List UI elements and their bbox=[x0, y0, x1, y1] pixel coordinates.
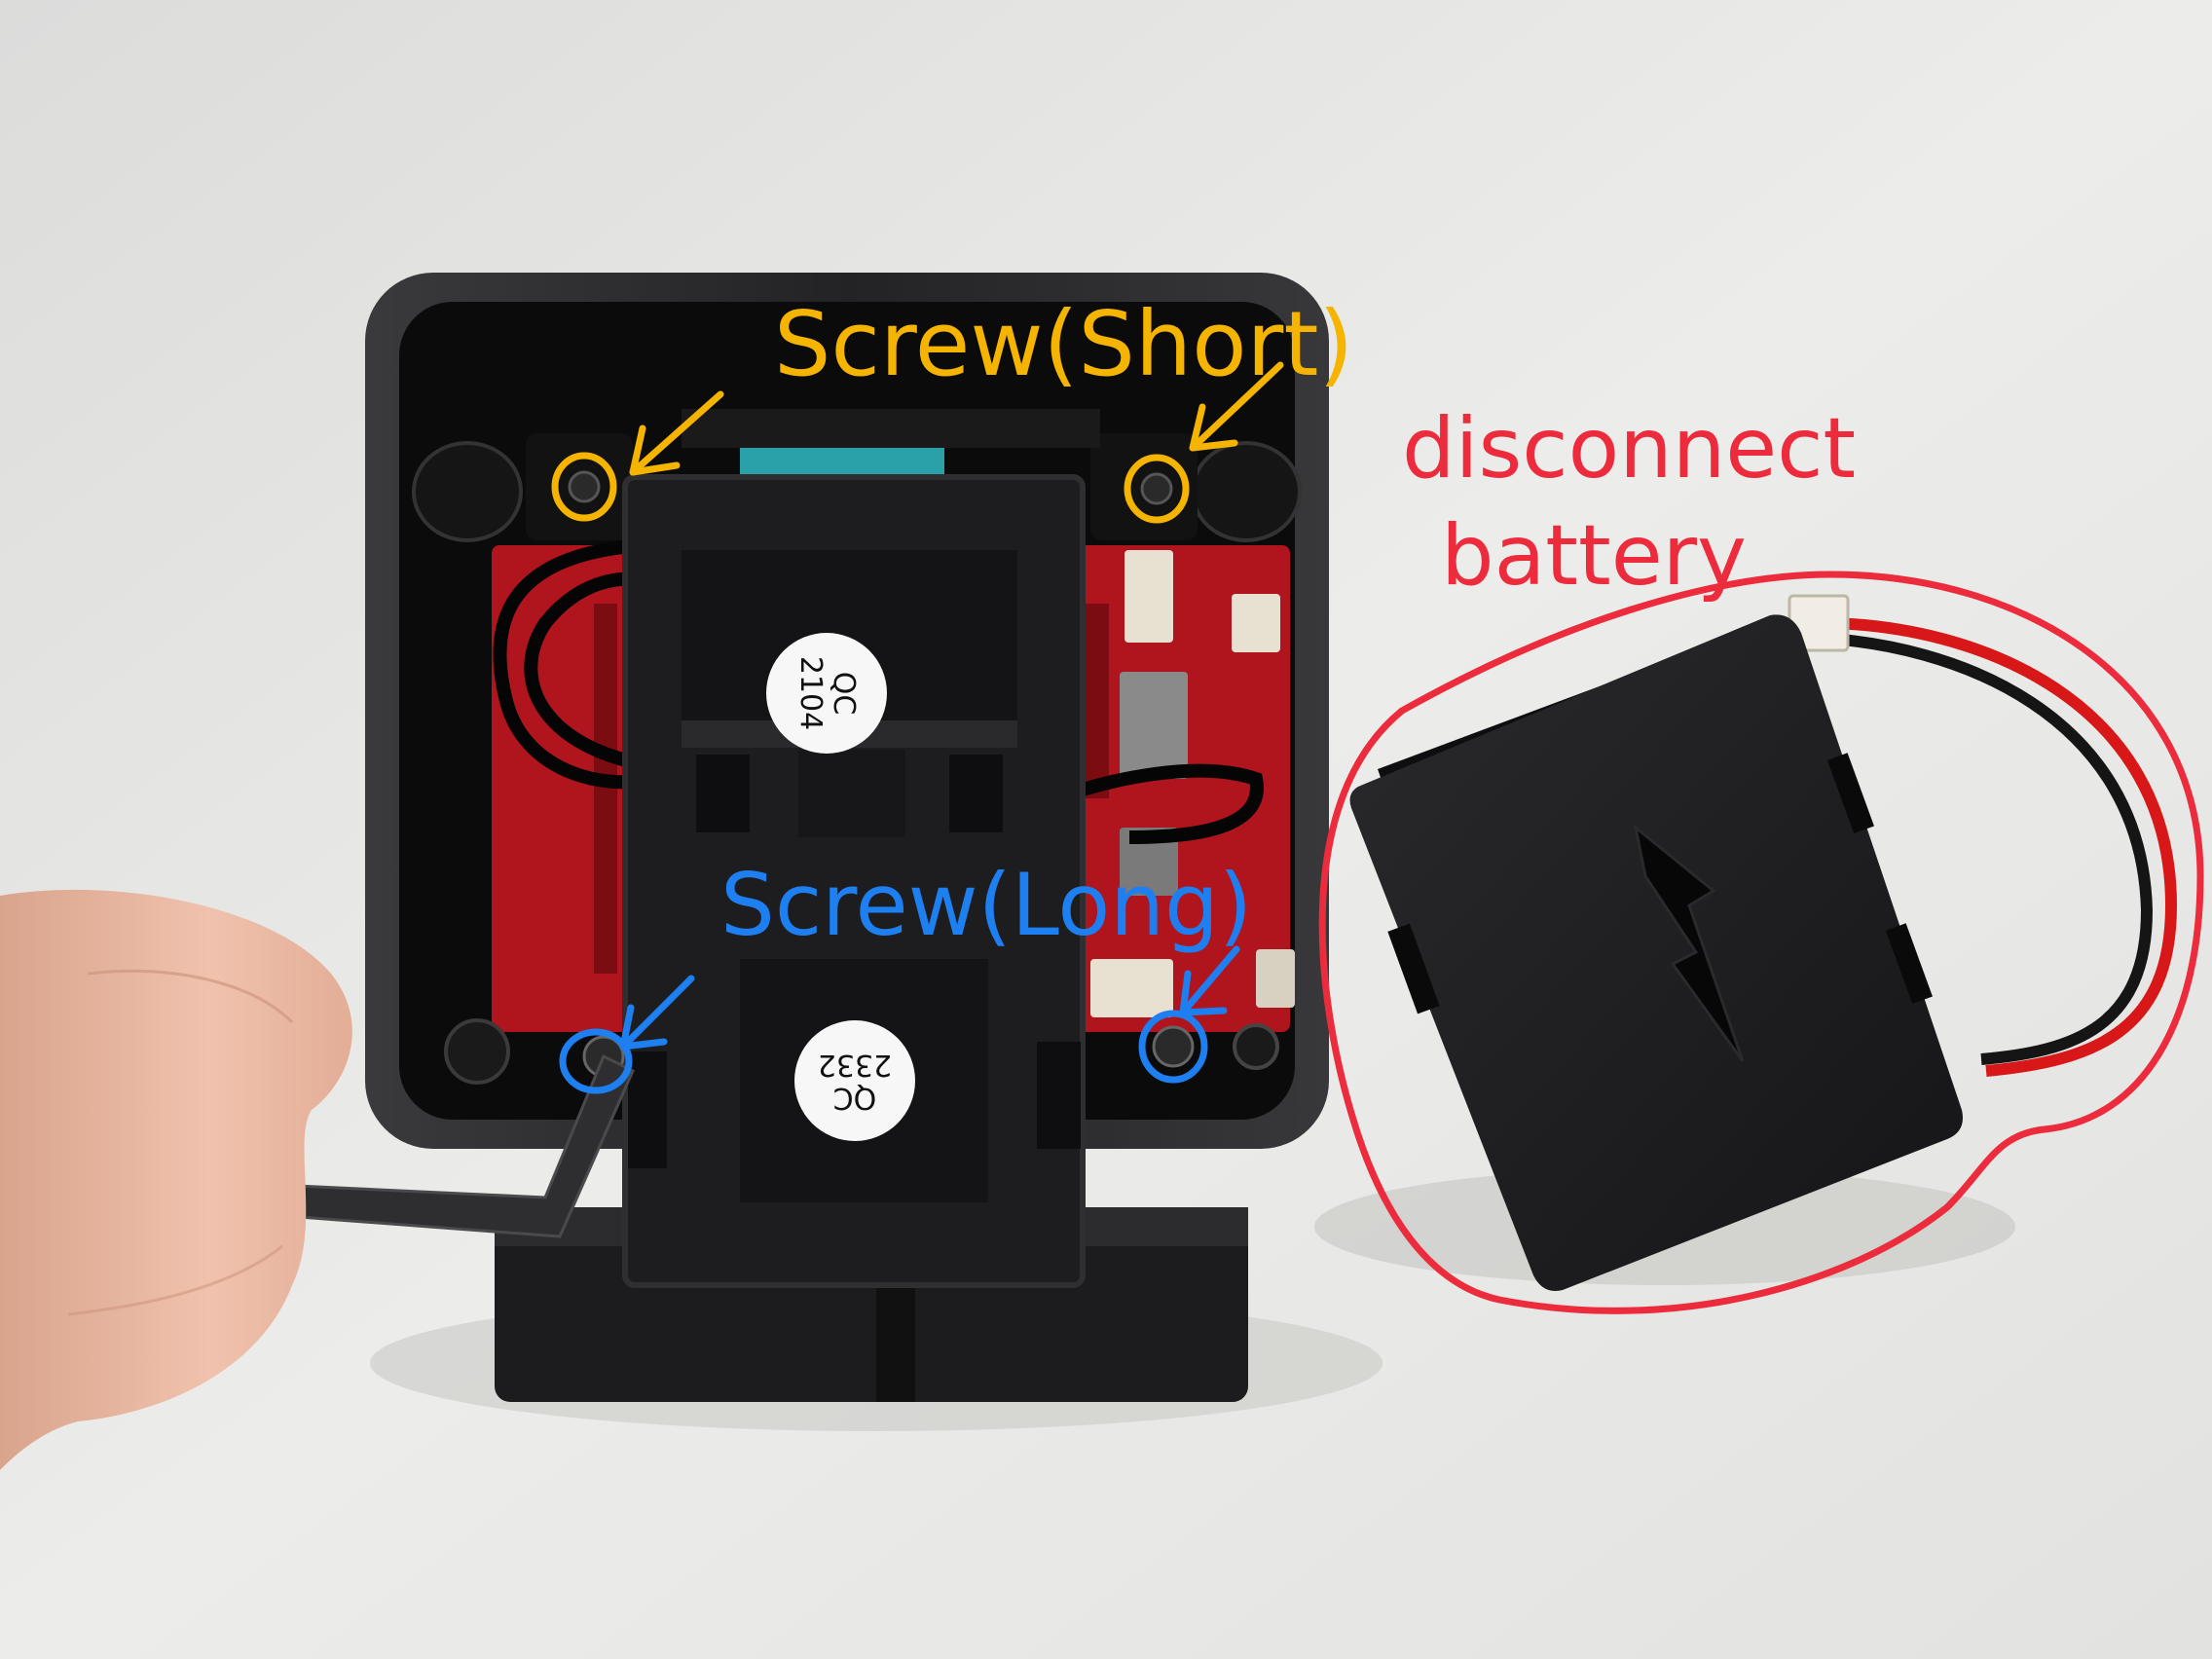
battery-note-line1: disconnect bbox=[1402, 400, 1856, 498]
annotated-device-photo: QC 2104 QC 2332 Screw(Short) Screw(Long)… bbox=[0, 0, 2212, 1659]
screw-long-label: Screw(Long) bbox=[720, 855, 1252, 955]
qc-bottom-line1: QC bbox=[833, 1081, 877, 1115]
post-top-right bbox=[1191, 441, 1302, 542]
qc-sticker-top: QC 2104 bbox=[766, 633, 887, 754]
post-top-left bbox=[412, 441, 523, 542]
qc-top-line1: QC bbox=[827, 672, 861, 716]
qc-sticker-bottom: QC 2332 bbox=[794, 1020, 915, 1141]
qc-bottom-line2: 2332 bbox=[818, 1048, 892, 1082]
qc-top-line2: 2104 bbox=[793, 656, 828, 730]
